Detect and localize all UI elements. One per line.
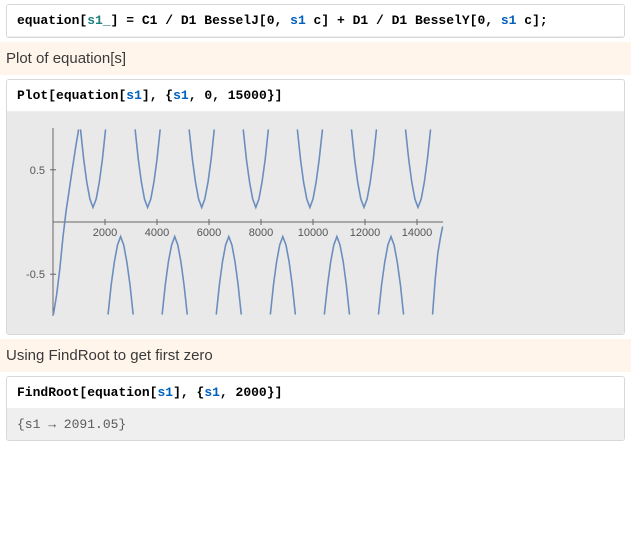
code-token: s1 [501, 13, 517, 28]
code-token: D1 [353, 13, 369, 28]
code-token: + [329, 13, 352, 28]
svg-text:4000: 4000 [145, 227, 169, 239]
input-cell-definition[interactable]: equation[s1_] = C1 / D1 BesselJ[0, s1 c]… [7, 5, 624, 37]
code-token: ] [173, 385, 181, 400]
svg-text:8000: 8000 [249, 227, 273, 239]
code-token: ] [142, 88, 150, 103]
code-token: s1 [157, 385, 173, 400]
code-token: 15000 [228, 88, 267, 103]
code-token: ] [275, 385, 283, 400]
code-token: } [267, 385, 275, 400]
code-token: , [485, 13, 501, 28]
code-token: , [181, 385, 197, 400]
code-token: / [368, 13, 391, 28]
code-token: D1 [181, 13, 197, 28]
code-token: s1 [126, 88, 142, 103]
code-token: = [118, 13, 141, 28]
code-token: equation [87, 385, 149, 400]
code-token: D1 [392, 13, 408, 28]
code-token: / [157, 13, 180, 28]
code-token: ] [275, 88, 283, 103]
svg-text:2000: 2000 [93, 227, 117, 239]
svg-text:6000: 6000 [197, 227, 221, 239]
section-heading-findroot: Using FindRoot to get first zero [0, 339, 631, 372]
code-token: Plot [17, 88, 48, 103]
cell-group-plot: Plot[equation[s1], {s1, 0, 15000}] 20004… [6, 79, 625, 335]
svg-text:0.5: 0.5 [30, 165, 45, 177]
output-cell-plot: 2000 4000 6000 8000 10000 12000 14000 -0.5 0.5 [7, 112, 624, 334]
code-token: 0 [267, 13, 275, 28]
section-heading-plot: Plot of equation[s] [0, 42, 631, 75]
code-token: [ [259, 13, 267, 28]
code-token: ] [321, 13, 329, 28]
code-token: 0 [204, 88, 212, 103]
svg-text:14000: 14000 [402, 227, 433, 239]
code-token: FindRoot [17, 385, 79, 400]
code-token: , [150, 88, 166, 103]
code-token: , [220, 385, 236, 400]
plot-graphic: 2000 4000 6000 8000 10000 12000 14000 -0.5 0.5 [13, 118, 453, 328]
code-token: ; [540, 13, 548, 28]
code-token: equation [56, 88, 118, 103]
cell-group-findroot: FindRoot[equation[s1], {s1, 2000}] {s1 →… [6, 376, 625, 441]
code-token: s1 [173, 88, 189, 103]
svg-text:-0.5: -0.5 [26, 269, 45, 281]
code-token: , [212, 88, 228, 103]
code-token: s1 [204, 385, 220, 400]
output-cell-findroot: {s1 → 2091.05} [7, 409, 624, 440]
input-cell-plot[interactable]: Plot[equation[s1], {s1, 0, 15000}] [7, 80, 624, 112]
cell-group-definition: equation[s1_] = C1 / D1 BesselJ[0, s1 c]… [6, 4, 625, 38]
code-token [407, 13, 415, 28]
code-token: , [189, 88, 205, 103]
code-token: { [165, 88, 173, 103]
code-token: BesselJ [204, 13, 259, 28]
code-token: c [306, 13, 322, 28]
svg-text:10000: 10000 [298, 227, 329, 239]
code-token: BesselY [415, 13, 470, 28]
code-token: [ [48, 88, 56, 103]
code-token: equation [17, 13, 79, 28]
code-token: ] [532, 13, 540, 28]
svg-text:12000: 12000 [350, 227, 381, 239]
code-token: C1 [142, 13, 158, 28]
code-token: s1 [290, 13, 306, 28]
code-token: } [267, 88, 275, 103]
findroot-result: {s1 → 2091.05} [17, 417, 126, 432]
input-cell-findroot[interactable]: FindRoot[equation[s1], {s1, 2000}] [7, 377, 624, 409]
code-token: s1_ [87, 13, 110, 28]
code-token: c [516, 13, 532, 28]
code-token: , [275, 13, 291, 28]
code-token: 2000 [236, 385, 267, 400]
